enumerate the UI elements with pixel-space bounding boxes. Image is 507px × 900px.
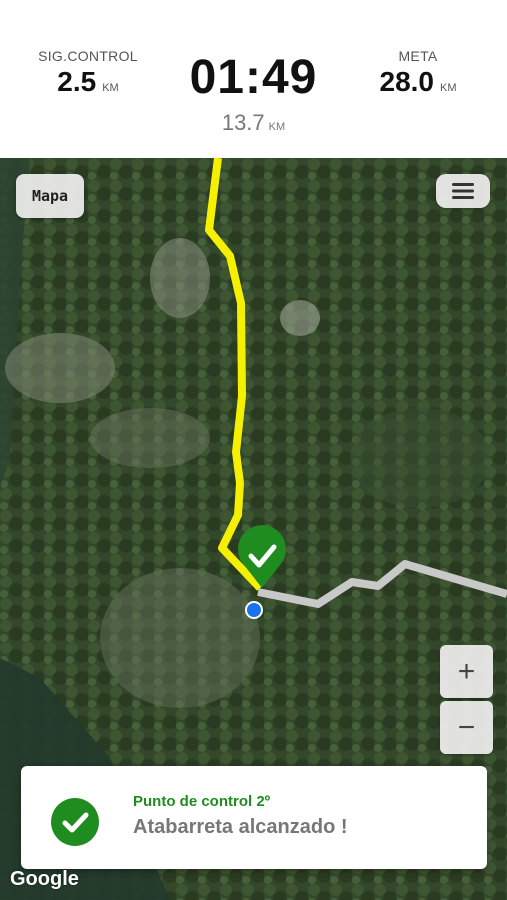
zoom-out-button[interactable]: − [440,701,493,754]
goal-value-row: 28.0 KM [348,66,488,98]
checkpoint-toast[interactable]: Punto de control 2º Atabarreta alcanzado… [21,766,487,869]
distance-unit: KM [268,121,286,133]
toast-message: Atabarreta alcanzado ! [133,816,348,838]
plus-icon: + [457,654,476,688]
minus-icon: − [457,710,476,744]
check-circle-icon [51,798,99,846]
distance-row: 13.7 KM [0,110,507,136]
distance-value: 13.7 [221,110,265,135]
goal-stat: META 28.0 KM [348,48,488,98]
goal-value: 28.0 [379,66,435,97]
goal-label: META [398,48,438,64]
location-dot [245,601,263,619]
goal-unit: KM [440,82,457,94]
map-type-button[interactable]: Mapa [16,174,84,218]
google-attribution: Google [10,868,79,890]
stats-header: SIG.CONTROL 2.5 KM 01:49 13.7 KM META 28.0… [0,0,507,158]
menu-button[interactable] [436,174,490,208]
zoom-in-button[interactable]: + [440,645,493,698]
toast-title: Punto de control 2º [133,793,271,810]
hamburger-icon [452,183,474,199]
map-type-label: Mapa [31,187,69,205]
